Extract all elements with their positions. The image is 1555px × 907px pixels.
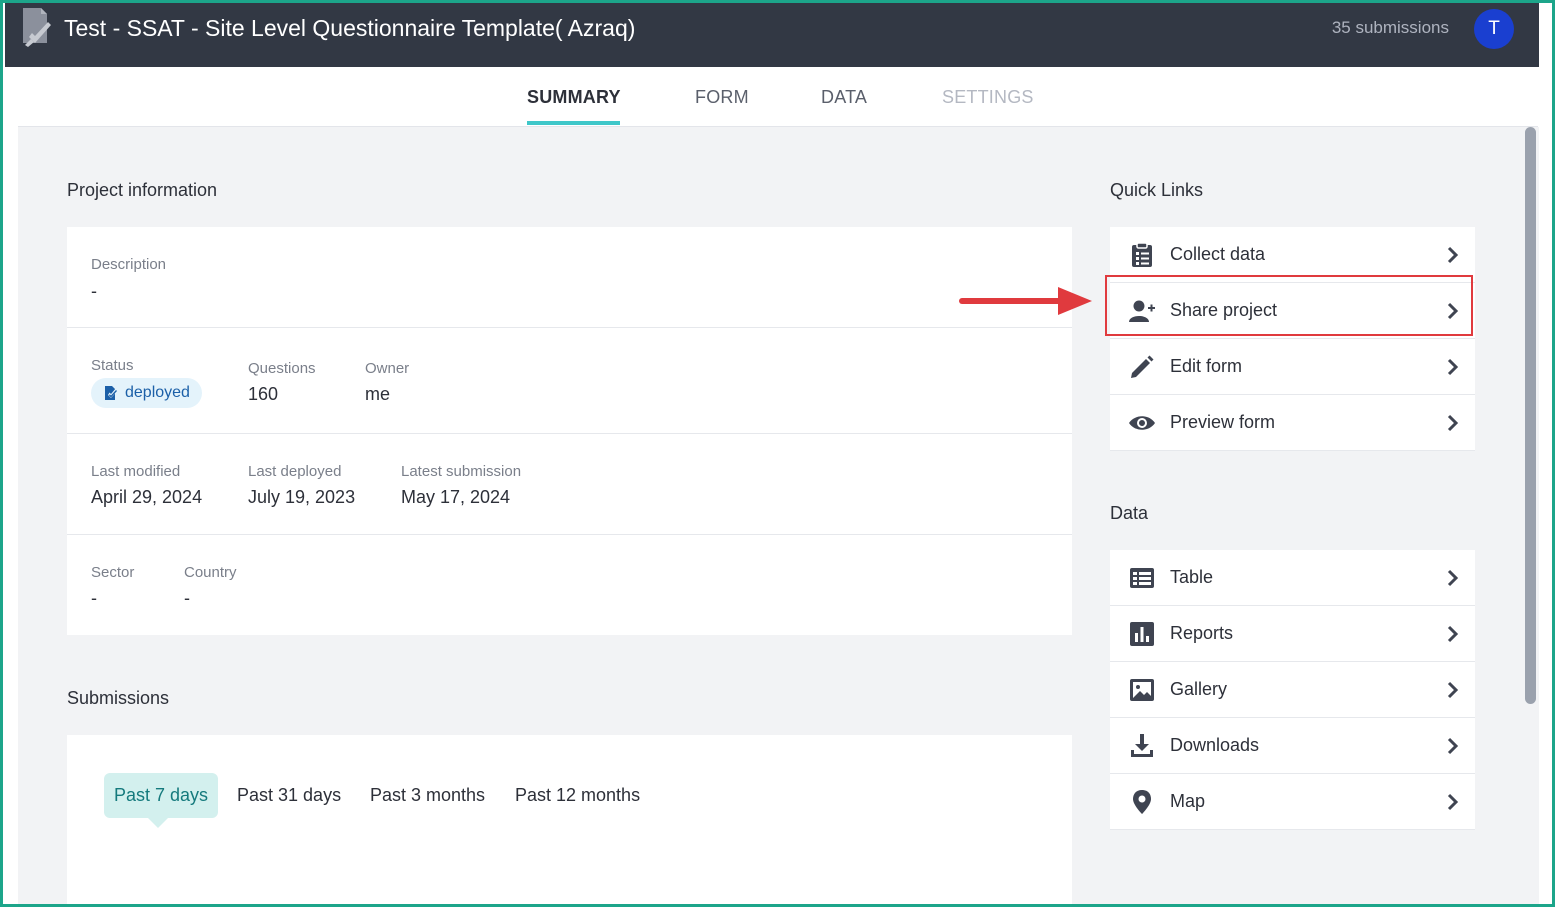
quick-links-title: Quick Links — [1110, 180, 1204, 200]
quick-link-label: Edit form — [1170, 356, 1243, 376]
chevron-right-icon — [1447, 793, 1459, 811]
last-modified-value: April 29, 2024 — [91, 487, 203, 507]
last-deployed-label: Last deployed — [248, 463, 342, 480]
range-tab-past-12-months[interactable]: Past 12 months — [515, 773, 640, 818]
chevron-right-icon — [1447, 358, 1459, 376]
sector-value: - — [91, 588, 97, 608]
latest-submission-value: May 17, 2024 — [401, 487, 511, 507]
description-value: - — [91, 281, 97, 301]
user-avatar[interactable]: T — [1474, 9, 1514, 49]
chevron-right-icon — [1447, 569, 1459, 587]
range-tab-label: Past 7 days — [114, 785, 209, 805]
quick-link-edit-form[interactable]: Edit form — [1110, 339, 1475, 395]
map-pin-icon — [1133, 790, 1151, 814]
chevron-right-icon — [1447, 737, 1459, 755]
active-range-pointer — [147, 817, 169, 828]
description-label: Description — [91, 256, 167, 273]
sector-label: Sector — [91, 564, 135, 581]
questions-label: Questions — [248, 360, 316, 377]
country-label: Country — [184, 564, 237, 581]
chevron-right-icon — [1447, 246, 1459, 264]
project-form-icon — [23, 8, 51, 47]
divider — [67, 534, 1072, 535]
last-modified-label: Last modified — [91, 463, 181, 480]
submissions-card — [67, 735, 1072, 904]
range-tab-past-7-days[interactable]: Past 7 days — [104, 773, 219, 828]
country-value: - — [184, 588, 190, 608]
image-icon — [1130, 679, 1154, 701]
data-section-title: Data — [1110, 503, 1149, 523]
chevron-right-icon — [1447, 681, 1459, 699]
bar-chart-icon — [1130, 622, 1154, 646]
latest-submission-label: Latest submission — [401, 463, 522, 480]
vertical-scrollbar[interactable] — [1522, 127, 1539, 904]
project-info-title: Project information — [67, 180, 218, 200]
range-tab-past-3-months[interactable]: Past 3 months — [370, 773, 485, 818]
pencil-icon — [1131, 355, 1154, 378]
data-link-map[interactable]: Map — [1110, 774, 1475, 830]
scrollbar-thumb[interactable] — [1525, 127, 1536, 704]
active-tab-indicator — [527, 121, 620, 125]
share-project-highlight — [1105, 275, 1473, 336]
data-link-gallery[interactable]: Gallery — [1110, 662, 1475, 718]
data-link-label: Reports — [1170, 623, 1234, 643]
owner-value: me — [365, 384, 391, 404]
status-label: Status — [91, 357, 134, 374]
last-deployed-value: July 19, 2023 — [248, 487, 356, 507]
table-icon — [1130, 568, 1154, 588]
data-link-table[interactable]: Table — [1110, 550, 1475, 606]
project-title: Test - SSAT - Site Level Questionnaire T… — [64, 15, 636, 41]
submissions-title: Submissions — [67, 688, 170, 708]
project-info-card: Description - Status deployed Questions … — [67, 227, 1072, 635]
tab-settings[interactable]: SETTINGS — [942, 86, 1034, 108]
download-icon — [1131, 734, 1153, 757]
tab-data[interactable]: DATA — [821, 86, 867, 108]
status-value: deployed — [125, 384, 190, 401]
data-link-label: Downloads — [1170, 735, 1260, 755]
submissions-count: 35 submissions — [1331, 18, 1449, 37]
owner-label: Owner — [365, 360, 410, 377]
data-links-list: Table Reports Gallery Downloads Map — [1110, 550, 1475, 830]
data-link-downloads[interactable]: Downloads — [1110, 718, 1475, 774]
quick-links-list: Collect data Share project Edit form Pre… — [1110, 227, 1475, 451]
app-header: Test - SSAT - Site Level Questionnaire T… — [5, 3, 1539, 67]
data-link-label: Gallery — [1170, 679, 1228, 699]
tab-form[interactable]: FORM — [695, 86, 749, 108]
deployed-icon — [105, 386, 118, 400]
clipboard-list-icon — [1132, 242, 1152, 267]
data-link-label: Map — [1170, 791, 1206, 811]
quick-link-label: Collect data — [1170, 244, 1266, 264]
annotation-arrow-icon — [959, 287, 1092, 315]
questions-value: 160 — [248, 384, 279, 404]
status-badge: deployed — [91, 378, 202, 408]
tab-summary[interactable]: SUMMARY — [527, 86, 621, 108]
data-link-label: Table — [1170, 567, 1214, 587]
divider — [67, 327, 1072, 328]
range-tab-past-31-days[interactable]: Past 31 days — [237, 773, 341, 818]
data-link-reports[interactable]: Reports — [1110, 606, 1475, 662]
quick-link-preview-form[interactable]: Preview form — [1110, 395, 1475, 451]
chevron-right-icon — [1447, 625, 1459, 643]
chevron-right-icon — [1447, 414, 1459, 432]
eye-icon — [1129, 416, 1155, 430]
divider — [67, 433, 1072, 434]
project-tabs: SUMMARY FORM DATA SETTINGS — [18, 67, 1538, 127]
quick-link-label: Preview form — [1170, 412, 1276, 432]
